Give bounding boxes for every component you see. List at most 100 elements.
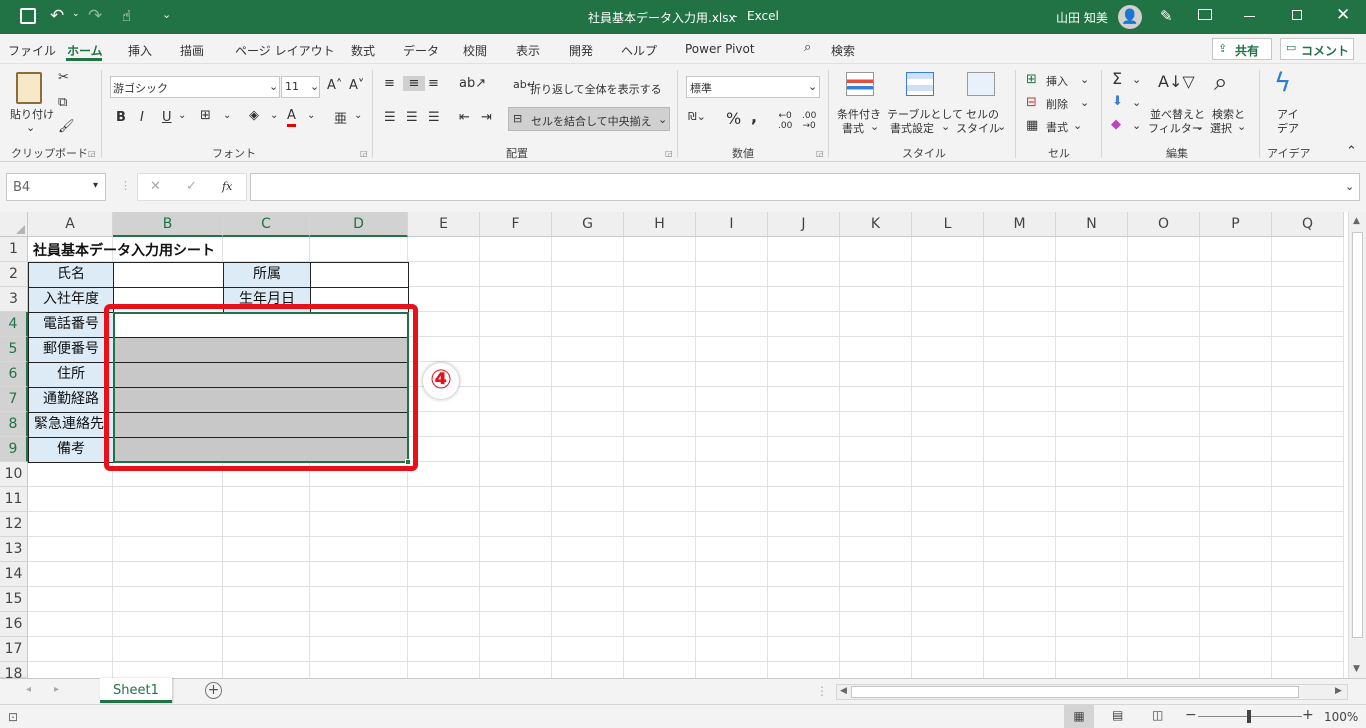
redo-icon[interactable]: ↷	[88, 6, 102, 26]
tab-page-layout[interactable]: ページ レイアウト	[235, 42, 335, 59]
column-header-n[interactable]: N	[1056, 212, 1128, 237]
scroll-down-icon[interactable]: ▼	[1353, 664, 1360, 674]
column-header-m[interactable]: M	[984, 212, 1056, 237]
decrease-decimal-icon[interactable]: .00 →0	[802, 111, 816, 131]
font-color-dropdown-icon[interactable]: ⌄	[307, 110, 315, 121]
row-header-10[interactable]: 10	[0, 462, 28, 487]
comment-button[interactable]: ▭ コメント	[1280, 38, 1354, 60]
row-header-14[interactable]: 14	[0, 562, 28, 587]
pen-icon[interactable]: ✎	[1160, 7, 1173, 25]
number-launcher-icon[interactable]: ◲	[816, 149, 824, 158]
alignment-launcher-icon[interactable]: ◲	[665, 149, 673, 158]
format-cells-icon[interactable]: ▦	[1026, 118, 1038, 133]
close-icon[interactable]: ✕	[1336, 5, 1350, 25]
tab-review[interactable]: 校閲	[463, 42, 487, 59]
number-format-dropdown[interactable]: 標準 ⌄	[686, 76, 820, 98]
search-label[interactable]: 検索	[831, 42, 855, 59]
column-header-d[interactable]: D	[310, 212, 408, 237]
insert-cells-label[interactable]: 挿入	[1046, 73, 1068, 89]
align-middle-icon[interactable]: ≡	[403, 76, 425, 91]
decrease-indent-icon[interactable]: ⇤	[459, 110, 470, 125]
add-sheet-icon[interactable]: +	[205, 682, 222, 699]
find-select-label-2[interactable]: 選択	[1210, 120, 1232, 136]
tab-data[interactable]: データ	[403, 42, 439, 59]
row-header-4[interactable]: 4	[0, 312, 28, 337]
horizontal-scrollbar[interactable]: ◀ ▶	[836, 684, 1348, 700]
scroll-right-icon[interactable]: ▶	[1335, 686, 1342, 696]
share-button[interactable]: ⇪ 共有	[1212, 38, 1272, 60]
row-header-6[interactable]: 6	[0, 362, 28, 387]
row-header-5[interactable]: 5	[0, 337, 28, 362]
column-header-l[interactable]: L	[912, 212, 984, 237]
autosum-icon[interactable]: Σ	[1112, 69, 1122, 88]
phonetic-dropdown-icon[interactable]: ⌄	[354, 110, 362, 121]
column-header-q[interactable]: Q	[1272, 212, 1344, 237]
fill-dropdown-icon[interactable]: ⌄	[270, 110, 278, 121]
column-header-c[interactable]: C	[223, 212, 310, 237]
zoom-slider-thumb[interactable]	[1247, 710, 1251, 723]
enter-icon[interactable]: ✓	[186, 179, 197, 194]
search-icon[interactable]: ⌕	[804, 40, 811, 55]
row-header-18[interactable]: 18	[0, 662, 28, 682]
page-break-view-icon[interactable]: ◫	[1152, 708, 1163, 722]
row-header-12[interactable]: 12	[0, 512, 28, 537]
undo-dropdown-icon[interactable]: ⌄	[72, 9, 80, 19]
row-header-9[interactable]: 9	[0, 437, 28, 462]
column-header-o[interactable]: O	[1128, 212, 1200, 237]
paste-button-label[interactable]: 貼り付け	[10, 106, 54, 122]
row-header-11[interactable]: 11	[0, 487, 28, 512]
cell-d2[interactable]	[310, 262, 409, 288]
copy-icon[interactable]: ⧉	[58, 95, 67, 110]
label-commute[interactable]: 通勤経路	[28, 387, 114, 413]
page-layout-view-icon[interactable]: ▤	[1112, 708, 1123, 722]
save-icon[interactable]	[20, 8, 36, 24]
tab-split-grip-icon[interactable]: ⋮	[816, 684, 828, 698]
font-name-dropdown[interactable]: 游ゴシック ⌄	[110, 76, 280, 98]
italic-button[interactable]: I	[140, 110, 144, 125]
find-select-icon[interactable]: ⌕	[1214, 68, 1227, 96]
font-size-dropdown[interactable]: 11 ⌄	[281, 76, 320, 98]
orientation-icon[interactable]: ab↗	[459, 76, 486, 91]
bold-button[interactable]: B	[116, 110, 126, 125]
h-scroll-thumb[interactable]	[851, 686, 1299, 698]
format-as-table-icon[interactable]	[906, 72, 934, 96]
tab-view[interactable]: 表示	[516, 42, 540, 59]
align-center-icon[interactable]: ☰	[406, 110, 418, 125]
sheet-tab-sheet1[interactable]: Sheet1	[100, 678, 172, 703]
align-top-icon[interactable]: ≡	[384, 76, 395, 91]
zoom-in-icon[interactable]: +	[1302, 707, 1314, 723]
column-header-g[interactable]: G	[552, 212, 624, 237]
formula-input[interactable]: ⌄	[250, 173, 1360, 201]
insert-cells-icon[interactable]: ⊞	[1026, 72, 1037, 87]
minimize-icon[interactable]	[1244, 16, 1255, 17]
restore-icon[interactable]	[1292, 10, 1302, 20]
clear-icon[interactable]: ◆	[1111, 117, 1121, 132]
increase-font-icon[interactable]: A˄	[327, 78, 342, 93]
user-name[interactable]: 山田 知美	[1056, 9, 1108, 26]
cell-styles-label-2[interactable]: スタイル	[956, 120, 1000, 136]
label-postal[interactable]: 郵便番号	[28, 337, 114, 363]
conditional-formatting-label-2[interactable]: 書式	[842, 120, 864, 136]
vertical-scrollbar[interactable]: ▲ ▼	[1348, 212, 1366, 678]
sort-filter-icon[interactable]: A↓▽	[1158, 72, 1195, 91]
macro-record-icon[interactable]: ⊡	[8, 710, 18, 724]
label-join-year[interactable]: 入社年度	[28, 287, 114, 313]
delete-cells-label[interactable]: 削除	[1046, 96, 1068, 112]
tab-draw[interactable]: 描画	[180, 42, 204, 59]
borders-icon[interactable]: ⊞	[200, 108, 211, 123]
undo-icon[interactable]: ↶	[50, 6, 64, 26]
expand-formula-icon[interactable]: ⌄	[1345, 180, 1354, 193]
column-header-a[interactable]: A	[28, 212, 113, 237]
insert-function-icon[interactable]: fx	[222, 180, 232, 193]
label-emergency[interactable]: 緊急連絡先	[28, 412, 114, 438]
column-header-b[interactable]: B	[113, 212, 223, 237]
scroll-thumb[interactable]	[1352, 232, 1363, 638]
sheet-title-cell[interactable]: 社員基本データ入力用シート	[33, 240, 215, 260]
increase-indent-icon[interactable]: ⇥	[481, 110, 492, 125]
label-notes[interactable]: 備考	[28, 437, 114, 463]
row-header-7[interactable]: 7	[0, 387, 28, 412]
tab-formulas[interactable]: 数式	[351, 42, 375, 59]
column-header-p[interactable]: P	[1200, 212, 1272, 237]
fill-icon[interactable]: ⬇	[1112, 94, 1123, 109]
normal-view-icon[interactable]: ▦	[1064, 705, 1094, 728]
